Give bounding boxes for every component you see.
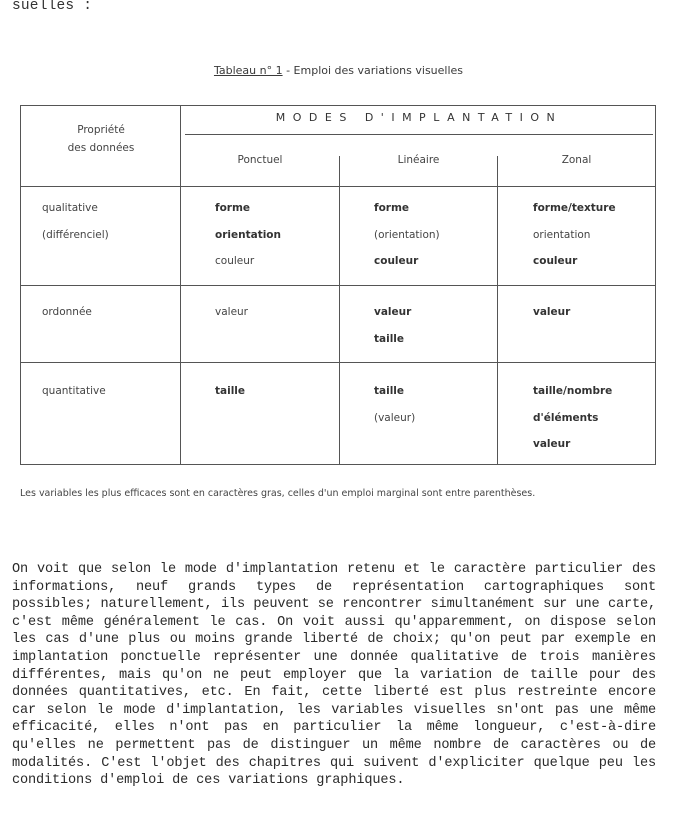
column-header-lineaire: Linéaire: [397, 154, 440, 166]
table-caption-title: Emploi des variations visuelles: [293, 64, 464, 77]
row2-lineaire-item: valeur: [374, 306, 412, 318]
table-divider-col2: [339, 156, 340, 464]
row1-zonal-item: orientation: [533, 228, 591, 241]
row3-lineaire-item: taille: [374, 385, 405, 397]
visual-variables-table: Propriété des données MODES D'IMPLANTATI…: [20, 105, 656, 465]
row3-zonal-item: valeur: [533, 438, 571, 450]
row1-lineaire-item: (orientation): [374, 228, 440, 241]
row2-zonal-item: valeur: [533, 306, 571, 318]
row2-ponctuel-cell: valeur: [215, 299, 248, 326]
row1-lineaire-item: forme: [374, 202, 410, 214]
row1-ponctuel-cell: forme orientation couleur: [215, 195, 281, 275]
row2-property: ordonnée: [42, 299, 92, 326]
row2-property-line1: ordonnée: [42, 306, 92, 318]
row3-lineaire-cell: taille (valeur): [374, 378, 415, 431]
table-caption-label: Tableau n° 1: [213, 64, 283, 77]
row3-zonal-cell: taille/nombre d'éléments valeur: [533, 378, 612, 458]
column-header-ponctuel: Ponctuel: [237, 154, 283, 166]
row-header-label-line1: Propriété: [77, 124, 125, 136]
row1-ponctuel-item: forme: [215, 202, 251, 214]
group-header-modes: MODES D'IMPLANTATION: [275, 111, 563, 124]
row1-lineaire-cell: forme (orientation) couleur: [374, 195, 440, 275]
row1-ponctuel-item: orientation: [215, 228, 281, 241]
row1-lineaire-item: couleur: [374, 255, 419, 267]
row1-property-line1: qualitative: [42, 202, 98, 214]
row3-property: quantitative: [42, 378, 106, 405]
row3-zonal-item: taille/nombre: [533, 385, 613, 397]
table-header-bottom-line: [21, 186, 655, 187]
table-row1-bottom-line: [21, 285, 655, 286]
row2-ponctuel-item: valeur: [215, 306, 248, 318]
table-caption-separator: -: [282, 64, 294, 77]
row3-ponctuel-cell: taille: [215, 378, 245, 405]
preceding-text-fragment: suelles :: [12, 0, 93, 14]
row1-property-line2: (différenciel): [42, 228, 109, 241]
row3-lineaire-item: (valeur): [374, 411, 416, 424]
row1-ponctuel-item: couleur: [215, 255, 255, 267]
table-row2-bottom-line: [21, 362, 655, 363]
row3-property-line1: quantitative: [42, 385, 106, 397]
row1-zonal-item: couleur: [533, 255, 578, 267]
table-subheader-line: [185, 134, 653, 135]
row3-zonal-item: d'éléments: [533, 411, 599, 424]
row-header-label-line2: des données: [67, 142, 135, 154]
table-caption: Tableau n° 1 - Emploi des variations vis…: [0, 64, 677, 77]
row3-ponctuel-item: taille: [215, 385, 246, 397]
table-footnote: Les variables les plus efficaces sont en…: [20, 488, 536, 499]
row2-lineaire-item: taille: [374, 332, 405, 345]
row1-property: qualitative (différenciel): [42, 195, 109, 248]
row1-zonal-cell: forme/texture orientation couleur: [533, 195, 616, 275]
row2-lineaire-cell: valeur taille: [374, 299, 411, 352]
column-header-zonal: Zonal: [561, 154, 592, 166]
body-paragraph: On voit que selon le mode d'implantation…: [12, 562, 656, 789]
table-divider-col3: [497, 156, 498, 464]
row1-zonal-item: forme/texture: [533, 202, 616, 214]
row2-zonal-cell: valeur: [533, 299, 570, 326]
row-header-label: Propriété des données: [21, 121, 181, 157]
